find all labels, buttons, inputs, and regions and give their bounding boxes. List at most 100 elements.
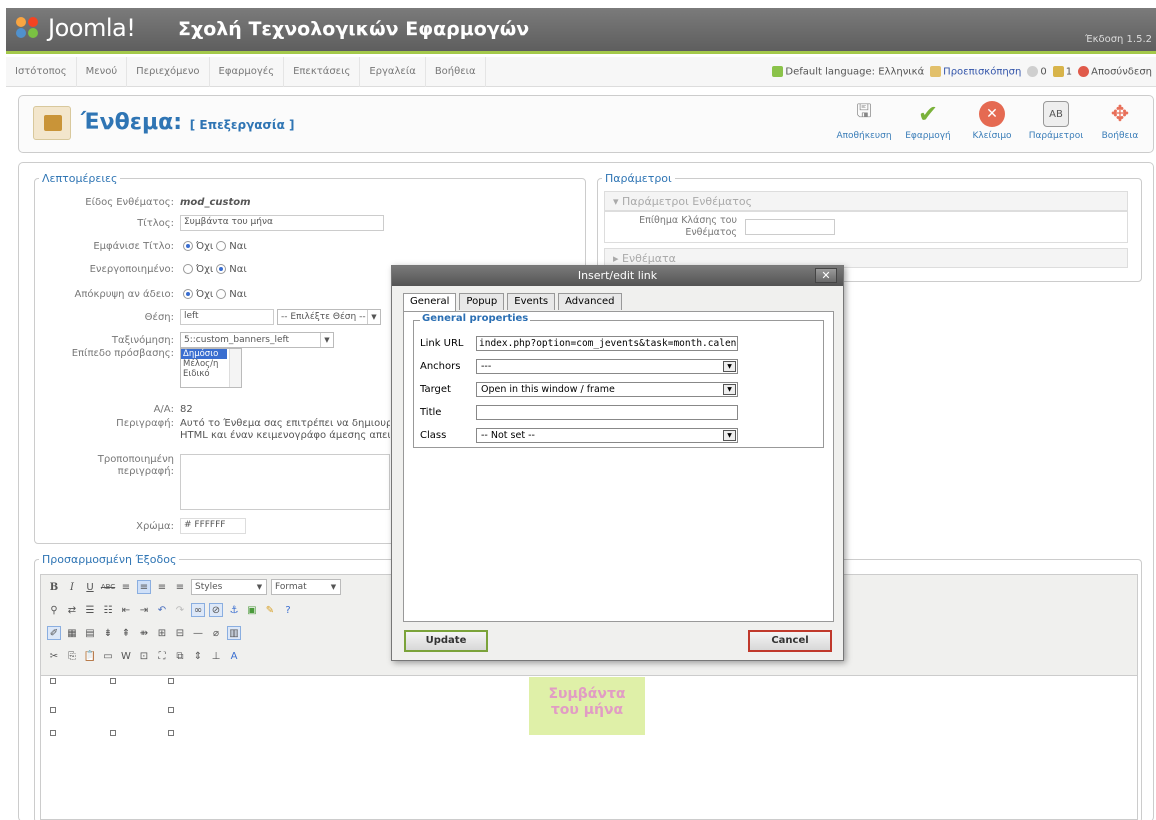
custom-description-textarea[interactable] — [180, 454, 390, 510]
menu-tools[interactable]: Εργαλεία — [360, 57, 426, 87]
horizontal-rule-icon[interactable]: — — [191, 626, 205, 640]
help-icon[interactable]: ? — [281, 603, 295, 617]
find-icon[interactable]: ⚲ — [47, 603, 61, 617]
paste-icon[interactable]: 📋 — [83, 649, 97, 663]
bullet-list-icon[interactable]: ☰ — [83, 603, 97, 617]
select-all-icon[interactable]: ⊡ — [137, 649, 151, 663]
params-button[interactable]: AB Παράμετροι — [1027, 101, 1085, 141]
delete-row-icon[interactable]: ⇞ — [119, 626, 133, 640]
title-input[interactable]: Συμβάντα του μήνα — [180, 215, 384, 231]
chevron-down-icon: ▼ — [330, 583, 337, 591]
users-status[interactable]: 1 — [1052, 66, 1072, 78]
tab-advanced[interactable]: Advanced — [558, 293, 622, 310]
image-icon[interactable]: ▣ — [245, 603, 259, 617]
row-props-icon[interactable]: ▤ — [83, 626, 97, 640]
target-select[interactable]: Open in this window / frame ▼ — [476, 381, 738, 397]
table-icon[interactable]: ▦ — [65, 626, 79, 640]
class-suffix-label-line2: Ενθέματος — [685, 227, 737, 238]
menu-help[interactable]: Βοήθεια — [426, 57, 486, 87]
copy-icon[interactable]: ⎘ — [65, 649, 79, 663]
cancel-button[interactable]: Cancel — [748, 630, 832, 652]
dialog-close-button[interactable]: ✕ — [815, 268, 837, 283]
tab-general[interactable]: General — [403, 293, 457, 312]
fullscreen-icon[interactable]: ⛶ — [155, 649, 169, 663]
outdent-icon[interactable]: ⇤ — [119, 603, 133, 617]
strikethrough-icon[interactable]: ABC — [101, 580, 115, 594]
remove-format-icon[interactable]: ⌀ — [209, 626, 223, 640]
hide-empty-no-radio[interactable] — [183, 289, 193, 299]
tab-events[interactable]: Events — [507, 293, 556, 310]
bold-icon[interactable]: B — [47, 580, 61, 594]
italic-icon[interactable]: I — [65, 580, 79, 594]
numbered-list-icon[interactable]: ☷ — [101, 603, 115, 617]
color-input[interactable]: # FFFFFF — [180, 518, 246, 534]
layer-icon[interactable]: ⧉ — [173, 649, 187, 663]
access-scrollbar[interactable] — [229, 349, 241, 387]
link-title-input[interactable] — [476, 404, 738, 420]
format-select[interactable]: Format ▼ — [271, 579, 341, 595]
hide-empty-yes-radio[interactable] — [216, 289, 227, 299]
help-button[interactable]: ✥ Βοήθεια — [1091, 101, 1149, 142]
insert-row-icon[interactable]: ⇟ — [101, 626, 115, 640]
menu-components[interactable]: Εφαρμογές — [210, 57, 285, 87]
underline-icon[interactable]: U — [83, 580, 97, 594]
redo-icon[interactable]: ↷ — [173, 603, 187, 617]
class-select[interactable]: -- Not set -- ▼ — [476, 427, 738, 443]
tab-popup[interactable]: Popup — [459, 293, 505, 310]
position-input[interactable]: left — [180, 309, 274, 325]
save-button[interactable]: 🖫 Αποθήκευση — [835, 101, 893, 141]
module-params-header[interactable]: ▾ Παράμετροι Ενθέματος — [604, 191, 1128, 211]
anchors-select[interactable]: --- ▼ — [476, 358, 738, 374]
class-suffix-input[interactable] — [745, 219, 835, 235]
undo-icon[interactable]: ↶ — [155, 603, 169, 617]
indent-icon[interactable]: ⇥ — [137, 603, 151, 617]
logout-link[interactable]: Αποσύνδεση — [1078, 66, 1152, 78]
split-cells-icon[interactable]: ⊟ — [173, 626, 187, 640]
unlink-icon[interactable]: ⊘ — [209, 603, 223, 617]
access-listbox[interactable]: Δημόσιο Μέλος/η Ειδικό — [180, 348, 242, 388]
preview-link[interactable]: Προεπισκόπηση — [930, 66, 1021, 78]
cleanup-icon[interactable]: ✎ — [263, 603, 277, 617]
link-icon[interactable]: ∞ — [191, 603, 205, 617]
move-layer-icon[interactable]: ⇕ — [191, 649, 205, 663]
cut-icon[interactable]: ✂ — [47, 649, 61, 663]
events-banner[interactable]: Συμβάντα του μήνα — [529, 677, 645, 735]
access-option-public[interactable]: Δημόσιο — [181, 349, 227, 359]
update-button[interactable]: Update — [404, 630, 488, 652]
show-title-yes-radio[interactable] — [216, 241, 227, 251]
visual-aid-icon[interactable]: ▥ — [227, 626, 241, 640]
align-justify-icon[interactable]: ≡ — [173, 580, 187, 594]
text-color-icon[interactable]: A — [227, 649, 241, 663]
position-select[interactable]: -- Επιλέξτε Θέση -- ▼ — [277, 309, 381, 325]
joomla-logo-icon — [14, 17, 42, 39]
paste-text-icon[interactable]: ▭ — [101, 649, 115, 663]
params-label: Παράμετροι — [1028, 131, 1084, 141]
insert-col-icon[interactable]: ⇻ — [137, 626, 151, 640]
align-center-icon[interactable]: ≡ — [137, 580, 151, 594]
paste-word-icon[interactable]: W — [119, 649, 133, 663]
help-label: Βοήθεια — [1101, 131, 1139, 141]
close-button[interactable]: ✕ Κλείσιμο — [963, 101, 1021, 141]
menu-site[interactable]: Ιστότοπος — [6, 57, 77, 87]
dialog-titlebar[interactable]: Insert/edit link ✕ — [392, 266, 843, 286]
merge-cells-icon[interactable]: ⊞ — [155, 626, 169, 640]
show-title-no-radio[interactable] — [183, 241, 193, 251]
absolute-icon[interactable]: ⊥ — [209, 649, 223, 663]
menu-menus[interactable]: Μενού — [77, 57, 128, 87]
styles-select[interactable]: Styles ▼ — [191, 579, 267, 595]
menu-content[interactable]: Περιεχόμενο — [127, 57, 210, 87]
align-left-icon[interactable]: ≡ — [119, 580, 133, 594]
replace-icon[interactable]: ⇄ — [65, 603, 79, 617]
apply-button[interactable]: ✔ Εφαρμογή — [899, 100, 957, 141]
enabled-yes-radio[interactable] — [216, 264, 227, 274]
align-right-icon[interactable]: ≡ — [155, 580, 169, 594]
edit-icon[interactable]: ✐ — [47, 626, 61, 640]
messages-status[interactable]: 0 — [1027, 66, 1047, 78]
joomla-logo[interactable]: Joomla! — [14, 14, 136, 42]
menu-extensions[interactable]: Επεκτάσεις — [284, 57, 361, 87]
main-menubar: Ιστότοπος Μενού Περιεχόμενο Εφαρμογές Επ… — [6, 57, 1156, 87]
order-select[interactable]: 5::custom_banners_left ▼ — [180, 332, 334, 348]
anchor-icon[interactable]: ⚓ — [227, 603, 241, 617]
link-url-input[interactable]: index.php?option=com_jevents&task=month.… — [476, 335, 738, 351]
enabled-no-radio[interactable] — [183, 264, 193, 274]
